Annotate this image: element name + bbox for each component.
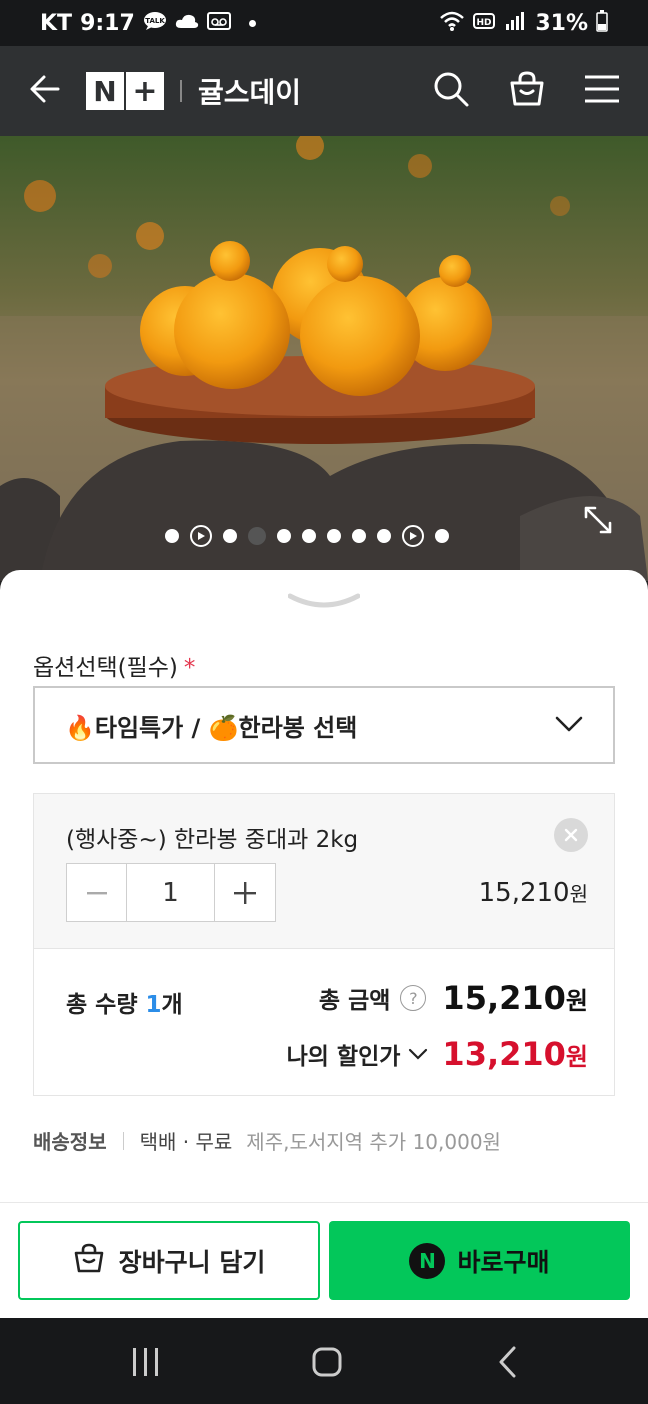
- action-divider: [0, 1202, 648, 1203]
- total-amount-value: 15,210원: [442, 979, 588, 1017]
- total-quantity-label: 총 수량: [66, 992, 138, 1018]
- carousel-dot-active[interactable]: [248, 527, 266, 545]
- carousel-dot[interactable]: [327, 529, 341, 543]
- option-label-text: 옵션선택(필수): [33, 655, 178, 681]
- shipping-note: 제주,도서지역 추가 10,000원: [246, 1130, 501, 1154]
- total-amount-currency: 원: [565, 987, 588, 1015]
- discount-currency: 원: [565, 1043, 588, 1071]
- store-name: 귤스데이: [198, 76, 302, 109]
- back-icon[interactable]: [28, 72, 62, 110]
- quantity-input[interactable]: 1: [127, 864, 215, 921]
- option-select[interactable]: 🔥타임특가 / 🍊한라봉 선택: [33, 686, 615, 764]
- signal-icon: [505, 11, 527, 35]
- shopping-bag-icon[interactable]: [508, 70, 546, 112]
- buy-now-label: 바로구매: [457, 1247, 550, 1277]
- carousel-pagination: [165, 525, 449, 547]
- battery-percent: 31%: [535, 10, 588, 36]
- add-to-cart-label: 장바구니 담기: [118, 1247, 266, 1277]
- item-price-currency: 원: [569, 882, 588, 906]
- close-icon: [564, 823, 578, 847]
- svg-text:HD: HD: [477, 18, 492, 28]
- top-navigation: N + 귤스데이: [0, 46, 648, 136]
- naver-plus-logo[interactable]: N + 귤스데이: [86, 71, 301, 111]
- selected-item: (행사중~) 한라봉 중대과 2kg 1 15,210원: [34, 794, 614, 949]
- chevron-down-icon: [408, 1047, 428, 1061]
- total-amount: 총 금액 ? 15,210원: [319, 979, 588, 1017]
- shipping-method: 택배 · 무료: [139, 1130, 233, 1154]
- system-navigation-bar: [0, 1318, 648, 1404]
- remove-item-button[interactable]: [554, 818, 588, 852]
- option-label: 옵션선택(필수) *: [33, 648, 195, 682]
- quantity-stepper: 1: [66, 863, 276, 922]
- discount-amount: 13,210원: [442, 1035, 588, 1073]
- chevron-down-icon: [555, 711, 583, 739]
- carrier: KT: [40, 10, 73, 36]
- option-sheet: 옵션선택(필수) * 🔥타임특가 / 🍊한라봉 선택 (행사중~) 한라봉 중대과…: [0, 570, 648, 1318]
- cloud-icon: [175, 13, 199, 33]
- required-mark: *: [183, 655, 196, 681]
- carousel-dot[interactable]: [377, 529, 391, 543]
- carousel-dot[interactable]: [352, 529, 366, 543]
- increase-quantity-button[interactable]: [215, 864, 275, 921]
- plus-icon: [234, 881, 256, 904]
- play-icon[interactable]: [402, 525, 424, 547]
- logo-plus: +: [126, 72, 164, 110]
- discount-label: 나의 할인가: [286, 1044, 401, 1070]
- total-amount-number: 15,210: [442, 979, 566, 1017]
- logo-divider: [180, 80, 182, 102]
- play-icon[interactable]: [190, 525, 212, 547]
- talk-icon: TALK: [143, 11, 167, 35]
- my-discount-price[interactable]: 나의 할인가 13,210원: [287, 1035, 588, 1073]
- carousel-dot[interactable]: [435, 529, 449, 543]
- total-amount-label: 총 금액: [318, 988, 391, 1014]
- total-quantity-unit: 개: [161, 992, 183, 1018]
- add-to-cart-button[interactable]: 장바구니 담기: [18, 1221, 320, 1300]
- expand-icon[interactable]: [582, 504, 614, 540]
- carousel-dot[interactable]: [223, 529, 237, 543]
- hd-icon: HD: [473, 10, 497, 36]
- totals-section: 총 수량 1개 총 금액 ? 15,210원 나의 할인가 13,210원: [34, 949, 614, 1096]
- minus-icon: [86, 891, 107, 894]
- wifi-icon: [439, 10, 465, 36]
- shopping-bag-icon: [73, 1242, 105, 1280]
- search-icon[interactable]: [432, 70, 470, 112]
- item-price: 15,210원: [479, 878, 588, 908]
- back-nav-icon[interactable]: [496, 1346, 520, 1382]
- collapse-handle-icon[interactable]: [287, 592, 361, 618]
- product-photo: [0, 136, 648, 581]
- svg-text:TALK: TALK: [145, 17, 165, 25]
- shipping-divider: [122, 1131, 124, 1150]
- battery-icon: [596, 10, 608, 36]
- total-quantity-value: 1: [145, 992, 162, 1018]
- buy-now-button[interactable]: N 바로구매: [329, 1221, 630, 1300]
- home-icon[interactable]: [311, 1346, 343, 1382]
- selected-item-box: (행사중~) 한라봉 중대과 2kg 1 15,210원 총 수량 1개 총 금…: [33, 793, 615, 1096]
- item-price-value: 15,210: [478, 878, 570, 908]
- carousel-dot[interactable]: [302, 529, 316, 543]
- carousel-dot[interactable]: [165, 529, 179, 543]
- recent-apps-icon[interactable]: [131, 1347, 161, 1381]
- total-quantity: 총 수량 1개: [66, 985, 183, 1019]
- dot-icon: [248, 19, 256, 27]
- voicemail-icon: [206, 11, 231, 35]
- carousel-dot[interactable]: [277, 529, 291, 543]
- help-icon[interactable]: ?: [400, 985, 427, 1011]
- discount-number: 13,210: [442, 1035, 566, 1073]
- decrease-quantity-button[interactable]: [67, 864, 127, 921]
- naver-pay-icon: N: [409, 1242, 446, 1279]
- menu-icon[interactable]: [584, 74, 620, 108]
- status-bar: KT 9:17 TALK HD 31%: [0, 0, 648, 46]
- option-select-value: 🔥타임특가 / 🍊한라봉 선택: [65, 713, 358, 742]
- product-image-carousel[interactable]: [0, 136, 648, 581]
- shipping-label: 배송정보: [33, 1130, 107, 1154]
- shipping-info: 배송정보 택배 · 무료 제주,도서지역 추가 10,000원: [33, 1126, 501, 1155]
- clock: 9:17: [80, 10, 135, 36]
- item-name: (행사중~) 한라봉 중대과 2kg: [66, 827, 359, 853]
- logo-n: N: [86, 72, 124, 110]
